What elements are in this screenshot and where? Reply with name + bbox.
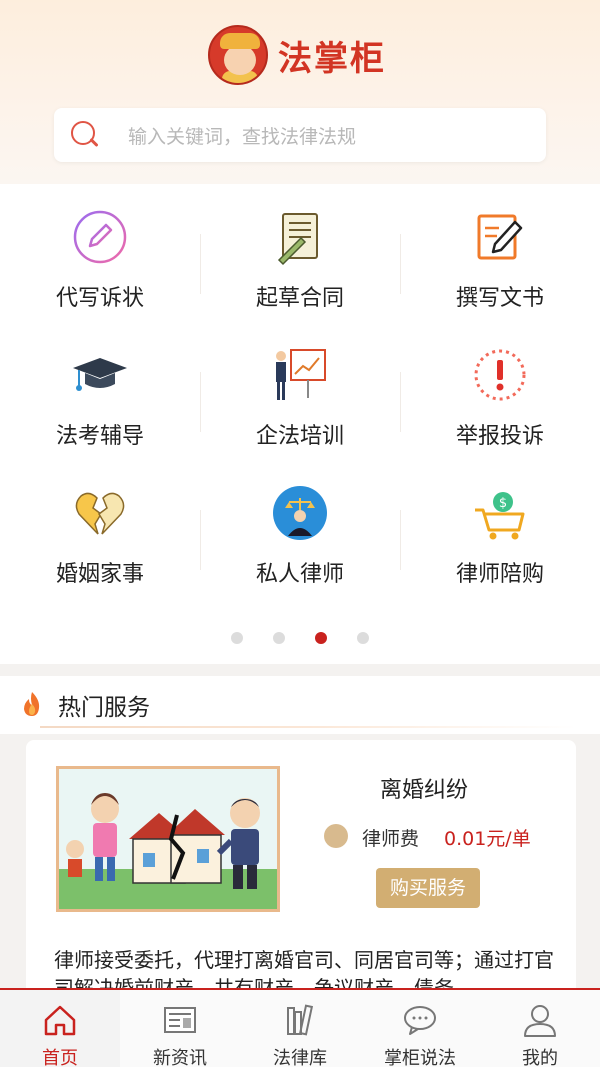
tab-news[interactable]: 新资讯 — [120, 990, 240, 1067]
alert-icon — [471, 346, 529, 404]
tab-label: 掌柜说法 — [384, 1048, 456, 1067]
divider — [200, 372, 201, 432]
service-label: 撰写文书 — [455, 286, 544, 311]
service-item-shopping[interactable]: $ 律师陪购 — [400, 460, 600, 598]
section-title: 热门服务 — [58, 695, 150, 721]
lawyer-icon — [271, 484, 329, 542]
service-grid: 代写诉状 起草合同 撰写文书 法考辅导 企法培训 举报投诉 婚姻家事 私人律师 … — [0, 184, 600, 664]
service-item-contract[interactable]: 起草合同 — [200, 184, 400, 322]
divorce-illustration — [56, 766, 280, 912]
brand-name: 法掌柜 — [278, 38, 386, 79]
page-dot[interactable] — [357, 632, 369, 644]
search-icon — [70, 120, 100, 150]
page-dot[interactable] — [273, 632, 285, 644]
service-item-document[interactable]: 撰写文书 — [400, 184, 600, 322]
mascot-logo-icon — [208, 25, 268, 85]
service-item-lawyer[interactable]: 私人律师 — [200, 460, 400, 598]
service-item-petition[interactable]: 代写诉状 — [0, 184, 200, 322]
divider — [400, 372, 401, 432]
service-label: 代写诉状 — [55, 286, 144, 311]
service-label: 起草合同 — [255, 286, 344, 311]
header: 法掌柜 输入关键词，查找法律法规 — [0, 0, 600, 184]
card-title: 离婚纠纷 — [380, 778, 469, 803]
svg-text:$: $ — [499, 496, 507, 511]
presentation-board-icon — [271, 346, 329, 404]
service-item-report[interactable]: 举报投诉 — [400, 322, 600, 460]
tab-label: 新资讯 — [153, 1048, 207, 1067]
divider — [200, 234, 201, 294]
hot-services-header: 热门服务 — [0, 676, 600, 734]
section-underline — [40, 726, 576, 728]
home-icon — [40, 1000, 80, 1040]
service-item-exam[interactable]: 法考辅导 — [0, 322, 200, 460]
user-icon — [520, 1000, 560, 1040]
service-label: 举报投诉 — [455, 424, 544, 449]
fee-label: 律师费 — [362, 828, 420, 850]
tab-label: 法律库 — [273, 1048, 327, 1067]
tab-label: 首页 — [42, 1048, 78, 1067]
graduation-cap-icon — [71, 346, 129, 404]
service-card[interactable]: 离婚纠纷 律师费 0.01元/单 购买服务 律师接受委托，代理打离婚官司、同居官… — [26, 740, 576, 1000]
pen-circle-icon — [71, 208, 129, 266]
search-bar[interactable]: 输入关键词，查找法律法规 — [54, 108, 546, 162]
page-dot[interactable] — [231, 632, 243, 644]
contract-icon — [271, 208, 329, 266]
tab-label: 我的 — [522, 1048, 558, 1067]
service-label: 企法培训 — [255, 424, 344, 449]
page-indicator — [0, 632, 600, 644]
buy-service-button[interactable]: 购买服务 — [376, 868, 480, 908]
newspaper-icon — [160, 1000, 200, 1040]
fire-icon — [20, 690, 44, 718]
service-label: 婚姻家事 — [55, 562, 144, 587]
tab-mine[interactable]: 我的 — [480, 990, 600, 1067]
fee-value: 0.01元/单 — [444, 828, 531, 850]
service-item-training[interactable]: 企法培训 — [200, 322, 400, 460]
service-label: 律师陪购 — [455, 562, 544, 587]
coin-icon — [324, 824, 348, 848]
chat-bubble-icon — [400, 1000, 440, 1040]
service-label: 私人律师 — [255, 562, 344, 587]
page-dot-active[interactable] — [315, 632, 327, 644]
document-pen-icon — [471, 208, 529, 266]
service-item-marriage[interactable]: 婚姻家事 — [0, 460, 200, 598]
tab-talk[interactable]: 掌柜说法 — [360, 990, 480, 1067]
app-logo: 法掌柜 — [208, 24, 386, 86]
shopping-cart-icon: $ — [471, 484, 529, 542]
bottom-tab-bar: 首页 新资讯 法律库 掌柜说法 我的 — [0, 988, 600, 1067]
search-input[interactable]: 输入关键词，查找法律法规 — [128, 122, 356, 149]
tab-home[interactable]: 首页 — [0, 990, 120, 1067]
divider — [400, 510, 401, 570]
divider — [400, 234, 401, 294]
books-icon — [280, 1000, 320, 1040]
broken-heart-icon — [71, 484, 129, 542]
service-label: 法考辅导 — [55, 424, 144, 449]
divider — [200, 510, 201, 570]
tab-law-library[interactable]: 法律库 — [240, 990, 360, 1067]
